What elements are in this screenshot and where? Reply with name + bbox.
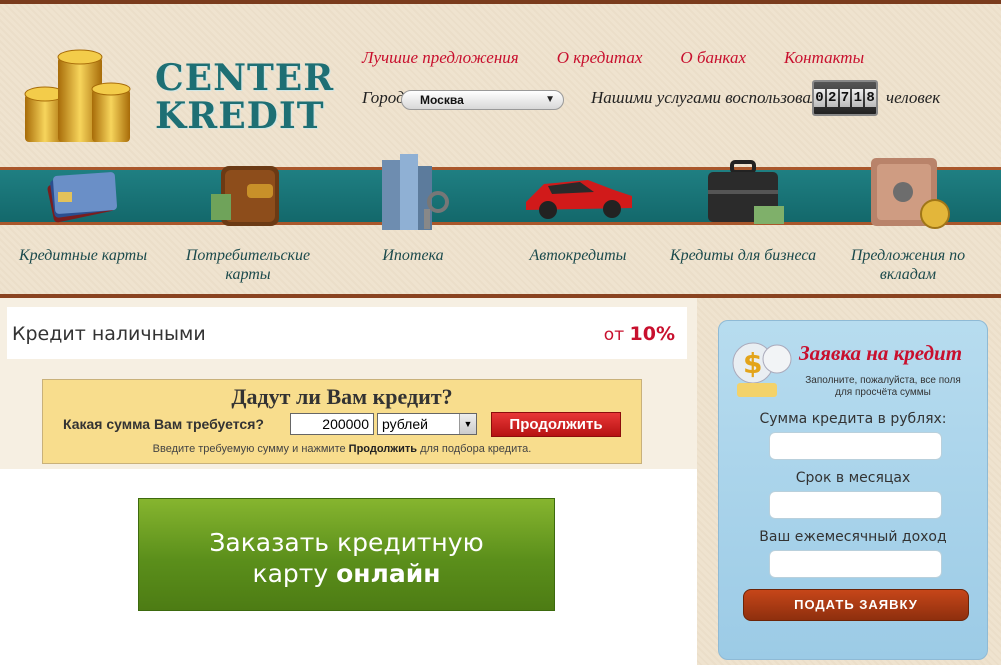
svg-text:$: $ <box>743 347 762 380</box>
form-title: Дадут ли Вам кредит? <box>231 384 453 409</box>
amount-input[interactable]: 200000 <box>290 413 374 435</box>
amount-question: Какая сумма Вам требуется? <box>63 416 264 432</box>
counter-digit: 8 <box>865 89 876 107</box>
loan-amount-label: Сумма кредита в рублях: <box>759 411 947 427</box>
category-consumer-cards[interactable]: Потребительские карты <box>168 154 328 284</box>
hint-text-bold: Продолжить <box>348 443 417 455</box>
form-hint: Введите требуемую сумму и нажмите Продол… <box>43 443 641 455</box>
credit-cards-icon <box>38 154 128 234</box>
people-label: человек <box>886 88 941 107</box>
counter-digit: 7 <box>839 89 851 107</box>
category-label: Потребительские карты <box>185 247 311 283</box>
application-title: Заявка на кредит <box>799 341 963 365</box>
category-label: Кредитные карты <box>18 247 148 264</box>
chevron-down-icon: ▼ <box>545 94 555 105</box>
top-navigation: Лучшие предложения О кредитах О банках К… <box>362 48 864 68</box>
visitor-counter: 0 2 7 1 8 <box>812 80 878 116</box>
nav-about-credits[interactable]: О кредитах <box>557 48 643 68</box>
logo-line-2: KREDIT <box>155 95 325 137</box>
category-deposits[interactable]: Предложения по вкладам <box>828 154 988 284</box>
category-label: Предложения по вкладам <box>850 247 966 283</box>
rate-value: 10% <box>629 323 675 345</box>
submit-application-button[interactable]: ПОДАТЬ ЗАЯВКУ <box>743 589 969 621</box>
money-bags-icon: $ <box>727 329 797 401</box>
category-label: Ипотека <box>382 247 444 264</box>
page: CENTER KREDIT Лучшие предложения О креди… <box>0 0 1001 665</box>
city-selected-value: Москва <box>420 93 464 107</box>
continue-button[interactable]: Продолжить <box>491 412 621 437</box>
city-select[interactable]: Москва ▼ <box>401 90 564 110</box>
category-credit-cards[interactable]: Кредитные карты <box>3 154 163 265</box>
category-auto-loans[interactable]: Автокредиты <box>498 154 658 265</box>
nav-best-offers[interactable]: Лучшие предложения <box>362 48 519 68</box>
category-business-loans[interactable]: Кредиты для бизнеса <box>663 154 823 265</box>
application-subtitle: Заполните, пожалуйста, все поля для прос… <box>805 375 961 398</box>
order-line-2-plain: карту <box>252 559 329 588</box>
buildings-keys-icon <box>368 154 458 234</box>
loan-term-label: Срок в месяцах <box>795 470 911 486</box>
order-line-2-bold: онлайн <box>336 559 441 588</box>
counter-digit: 2 <box>826 89 838 107</box>
category-label: Автокредиты <box>529 247 627 264</box>
loan-term-field[interactable] <box>769 491 942 519</box>
category-mortgage[interactable]: Ипотека <box>333 154 493 265</box>
car-icon <box>526 154 632 234</box>
category-label: Кредиты для бизнеса <box>669 247 817 264</box>
city-label: Город <box>362 88 405 107</box>
counter-digit: 1 <box>852 89 864 107</box>
gold-coins-icon <box>24 49 131 142</box>
logo-line-1: CENTER <box>155 57 335 99</box>
nav-contacts[interactable]: Контакты <box>784 48 864 68</box>
nav-about-banks[interactable]: О банках <box>680 48 746 68</box>
rate-prefix: от <box>603 325 625 345</box>
currency-select[interactable]: рублей ▼ <box>377 413 477 435</box>
credit-offer-title[interactable]: Кредит наличными <box>12 323 206 345</box>
order-line-2: карту онлайн <box>139 558 554 589</box>
credit-application-panel: $ Заявка на кредит Заполните, пожалуйста… <box>718 320 988 660</box>
safe-icon <box>863 154 953 234</box>
briefcase-icon <box>698 154 788 234</box>
monthly-income-field[interactable] <box>769 550 942 578</box>
order-card-online-button[interactable]: Заказать кредитную карту онлайн <box>138 498 555 611</box>
credit-offer-rate: от 10% <box>604 323 675 345</box>
counter-digit: 0 <box>814 89 825 107</box>
chevron-down-icon: ▼ <box>459 414 476 434</box>
hint-text-before: Введите требуемую сумму и нажмите <box>152 443 346 455</box>
monthly-income-label: Ваш ежемесячный доход <box>759 529 947 545</box>
users-label: Нашими услугами воспользовались <box>591 88 843 107</box>
wallet-icon <box>203 154 293 234</box>
loan-check-form: Дадут ли Вам кредит? Какая сумма Вам тре… <box>42 379 642 464</box>
loan-amount-field[interactable] <box>769 432 942 460</box>
currency-selected-value: рублей <box>382 416 428 432</box>
logo[interactable]: CENTER KREDIT <box>20 49 333 149</box>
order-line-1: Заказать кредитную <box>209 528 484 557</box>
hint-text-after: для подбора кредита. <box>420 443 532 455</box>
